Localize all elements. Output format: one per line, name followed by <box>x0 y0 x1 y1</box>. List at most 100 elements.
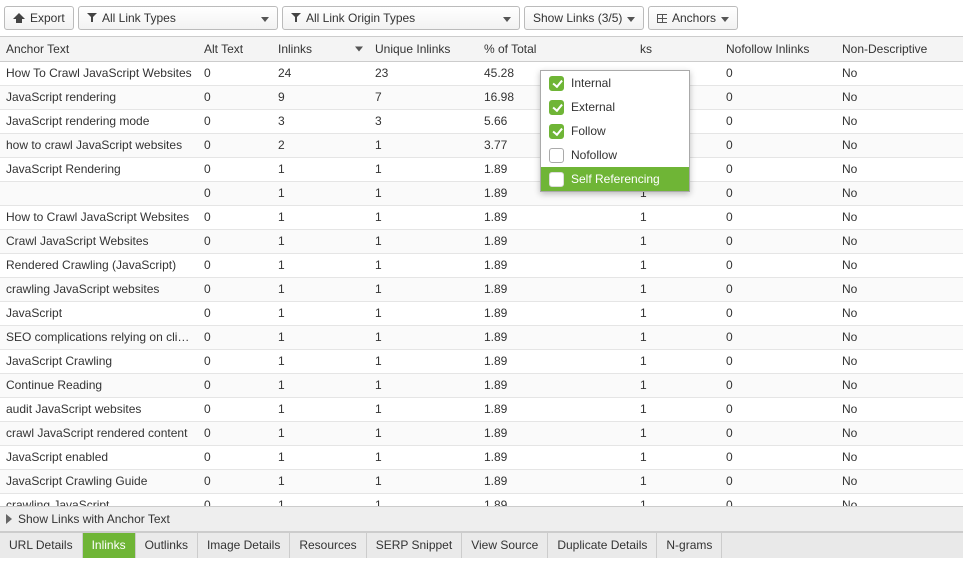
table-row[interactable]: crawl JavaScript rendered content0111.89… <box>0 421 963 445</box>
cell: crawling JavaScript websites <box>0 277 198 301</box>
menu-option[interactable]: External <box>541 95 689 119</box>
menu-option-label: Internal <box>571 76 611 90</box>
table-row[interactable]: crawling JavaScript0111.8910No <box>0 493 963 506</box>
show-links-dropdown[interactable]: Show Links (3/5) <box>524 6 644 30</box>
column-header[interactable]: % of Total <box>478 37 634 61</box>
tab[interactable]: Outlinks <box>136 533 198 558</box>
cell: 1 <box>369 325 478 349</box>
show-links-menu: Internal External FollowNofollowSelf Refer… <box>540 70 690 192</box>
cell: How To Crawl JavaScript Websites <box>0 61 198 85</box>
menu-option-label: External <box>571 100 615 114</box>
column-header[interactable]: Anchor Text <box>0 37 198 61</box>
table-row[interactable]: crawling JavaScript websites0111.8910No <box>0 277 963 301</box>
cell: 23 <box>369 61 478 85</box>
table-row[interactable]: JavaScript rendering mode0335.660No <box>0 109 963 133</box>
cell: No <box>836 277 963 301</box>
cell: No <box>836 253 963 277</box>
cell: 1.89 <box>478 421 634 445</box>
column-header[interactable]: Unique Inlinks <box>369 37 478 61</box>
column-header[interactable]: ks <box>634 37 720 61</box>
link-types-dropdown[interactable]: All Link Types <box>78 6 278 30</box>
chevron-down-icon <box>261 17 269 22</box>
cell: 1 <box>369 469 478 493</box>
cell: No <box>836 349 963 373</box>
cell: SEO complications relying on clie... <box>0 325 198 349</box>
table-row[interactable]: SEO complications relying on clie...0111… <box>0 325 963 349</box>
cell: No <box>836 397 963 421</box>
chevron-down-icon <box>503 17 511 22</box>
table-row[interactable]: JavaScript rendering09716.980No <box>0 85 963 109</box>
cell: 1.89 <box>478 397 634 421</box>
cell: 0 <box>198 301 272 325</box>
tab[interactable]: Duplicate Details <box>548 533 657 558</box>
tab[interactable]: Image Details <box>198 533 290 558</box>
tab[interactable]: N-grams <box>657 533 722 558</box>
table-row[interactable]: Crawl JavaScript Websites0111.8910No <box>0 229 963 253</box>
cell: 0 <box>198 157 272 181</box>
column-header[interactable]: Inlinks <box>272 37 369 61</box>
cell: 0 <box>198 445 272 469</box>
cell: 24 <box>272 61 369 85</box>
cell: No <box>836 229 963 253</box>
table-row[interactable]: JavaScript Crawling0111.8910No <box>0 349 963 373</box>
table-row[interactable]: JavaScript Crawling Guide0111.8910No <box>0 469 963 493</box>
export-icon <box>13 13 25 24</box>
table-row[interactable]: How to Crawl JavaScript Websites0111.891… <box>0 205 963 229</box>
expand-panel-toggle[interactable]: Show Links with Anchor Text <box>0 506 963 532</box>
sort-desc-icon <box>355 46 363 51</box>
checkbox-icon <box>549 100 564 115</box>
tab[interactable]: SERP Snippet <box>367 533 463 558</box>
column-header[interactable]: Non-Descriptive <box>836 37 963 61</box>
tab[interactable]: View Source <box>462 533 548 558</box>
cell: 1.89 <box>478 349 634 373</box>
table-row[interactable]: How To Crawl JavaScript Websites0242345.… <box>0 61 963 85</box>
cell: 0 <box>720 373 836 397</box>
table-row[interactable]: JavaScript enabled0111.8910No <box>0 445 963 469</box>
table-row[interactable]: Rendered Crawling (JavaScript)0111.8910N… <box>0 253 963 277</box>
cell: 1 <box>272 253 369 277</box>
cell: 1 <box>272 397 369 421</box>
cell: 2 <box>272 133 369 157</box>
tab[interactable]: URL Details <box>0 533 83 558</box>
checkbox-icon <box>549 148 564 163</box>
cell: 1.89 <box>478 229 634 253</box>
cell: 1 <box>634 229 720 253</box>
table-row[interactable]: audit JavaScript websites0111.8910No <box>0 397 963 421</box>
table-row[interactable]: 0111.8910No <box>0 181 963 205</box>
cell: No <box>836 421 963 445</box>
cell: 1 <box>272 205 369 229</box>
table-row[interactable]: Continue Reading0111.8910No <box>0 373 963 397</box>
menu-option[interactable]: Internal <box>541 71 689 95</box>
link-origin-dropdown[interactable]: All Link Origin Types <box>282 6 520 30</box>
cell: JavaScript Rendering <box>0 157 198 181</box>
menu-option[interactable]: Self Referencing <box>541 167 689 191</box>
data-grid: Anchor TextAlt TextInlinksUnique Inlinks… <box>0 36 963 506</box>
menu-option[interactable]: Nofollow <box>541 143 689 167</box>
cell: No <box>836 133 963 157</box>
table-row[interactable]: how to crawl JavaScript websites0213.770… <box>0 133 963 157</box>
cell: No <box>836 469 963 493</box>
cell: 0 <box>720 301 836 325</box>
cell: 3 <box>369 109 478 133</box>
tab[interactable]: Resources <box>290 533 366 558</box>
table-row[interactable]: JavaScript0111.8910No <box>0 301 963 325</box>
view-dropdown[interactable]: Anchors <box>648 6 738 30</box>
column-header[interactable]: Alt Text <box>198 37 272 61</box>
cell: 0 <box>198 421 272 445</box>
column-header[interactable]: Nofollow Inlinks <box>720 37 836 61</box>
tab[interactable]: Inlinks <box>83 533 136 558</box>
cell: 1 <box>369 373 478 397</box>
cell: 1 <box>369 349 478 373</box>
cell: 1 <box>272 301 369 325</box>
menu-option[interactable]: Follow <box>541 119 689 143</box>
show-links-label: Show Links (3/5) <box>533 11 622 25</box>
export-button[interactable]: Export <box>4 6 74 30</box>
table-row[interactable]: JavaScript Rendering0111.8910No <box>0 157 963 181</box>
cell: No <box>836 205 963 229</box>
cell: 0 <box>198 133 272 157</box>
cell: 1 <box>272 469 369 493</box>
cell: No <box>836 493 963 506</box>
cell: 7 <box>369 85 478 109</box>
cell: JavaScript rendering mode <box>0 109 198 133</box>
cell: 1.89 <box>478 253 634 277</box>
